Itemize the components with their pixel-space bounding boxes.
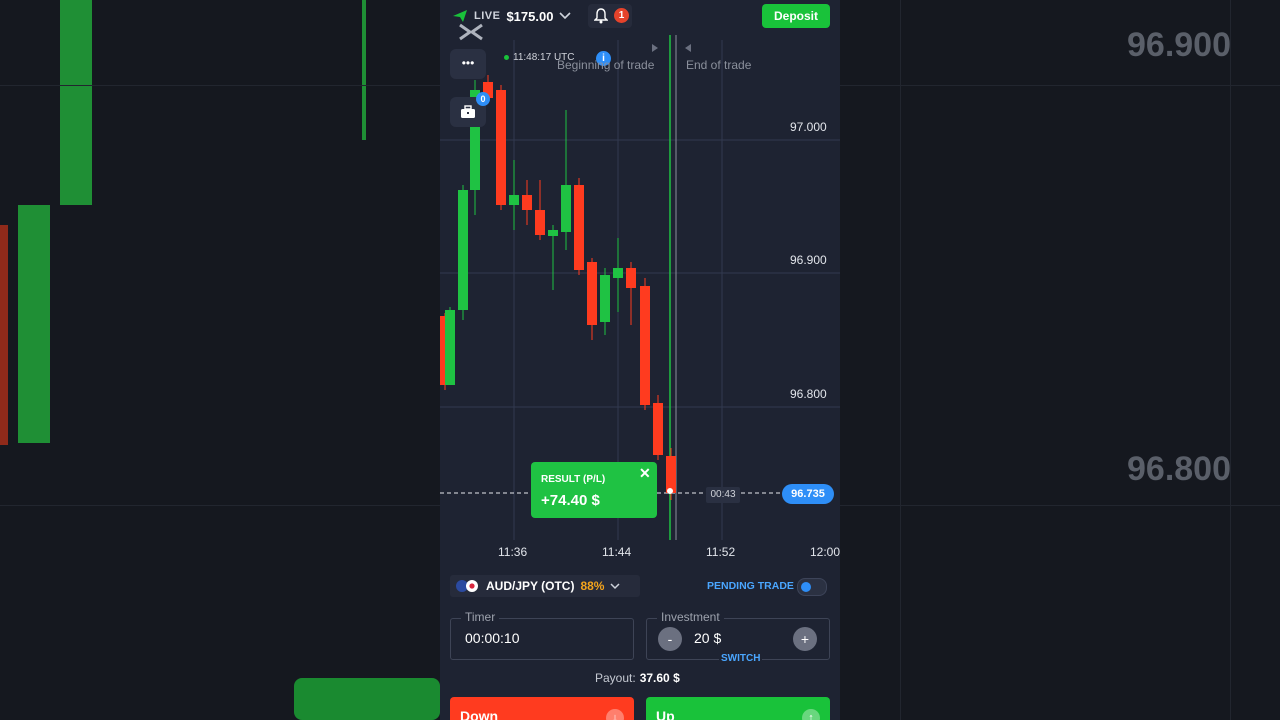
pending-trade-toggle[interactable]: [797, 578, 827, 596]
background-candle: [18, 205, 50, 443]
play-right-icon: [652, 44, 658, 52]
deposit-button[interactable]: Deposit: [762, 4, 830, 28]
asset-payout-percent: 88%: [580, 579, 605, 593]
candle-body: [445, 310, 455, 385]
decrease-investment-button[interactable]: -: [658, 627, 682, 651]
top-bar: LIVE $175.00 1 Deposit: [440, 0, 840, 34]
payout-label: Payout:: [595, 671, 636, 685]
portfolio-count-badge: 0: [476, 92, 490, 106]
time-axis-tick: 11:44: [602, 545, 632, 559]
app-logo-icon: [459, 23, 483, 41]
price-axis-tick: 96.900: [790, 253, 827, 267]
candle-body: [653, 403, 663, 455]
result-value: +74.40 $: [541, 492, 600, 509]
close-icon[interactable]: ✕: [639, 465, 651, 482]
candle-body: [626, 268, 636, 288]
timer-value[interactable]: 00:00:10: [465, 630, 520, 646]
candle-body: [587, 262, 597, 325]
up-button-label: Up: [656, 708, 675, 720]
beginning-of-trade-label: Beginning of trade: [557, 58, 655, 72]
briefcase-icon: [461, 105, 475, 118]
notifications-badge: 1: [614, 8, 629, 23]
background-gridline: [0, 505, 440, 506]
background-gridline: [900, 0, 901, 720]
chevron-down-icon: [610, 582, 621, 589]
background-gridline: [840, 505, 1280, 506]
current-price-badge: 96.735: [782, 484, 834, 504]
time-axis-tick: 12:00: [810, 545, 840, 559]
pending-trade-label: PENDING TRADE: [707, 580, 794, 592]
candle-body: [509, 195, 519, 205]
price-axis-tick: 97.000: [790, 120, 827, 134]
down-button[interactable]: Down ↓: [450, 697, 634, 720]
background-price-label: 96.800: [1127, 450, 1231, 488]
candle-body: [535, 210, 545, 235]
candle-body: [666, 456, 676, 493]
background-gridline: [1230, 0, 1231, 720]
asset-name: AUD/JPY (OTC): [486, 579, 575, 593]
notifications-button[interactable]: 1: [588, 4, 632, 28]
background-candle: [362, 0, 366, 140]
trading-app: LIVE $175.00 1 Deposit ••• 0 11:48:17 UT…: [440, 0, 840, 720]
candle-body: [613, 268, 623, 278]
paper-plane-icon: [453, 10, 467, 22]
background-candle: [60, 0, 92, 205]
play-left-icon: [685, 44, 691, 52]
candle-body: [548, 230, 558, 236]
candle-body: [574, 185, 584, 270]
investment-value[interactable]: 20 $: [694, 630, 721, 646]
bell-icon: [594, 8, 608, 24]
background-price-label: 96.900: [1127, 26, 1231, 64]
candle-body: [600, 275, 610, 322]
background-right-panel: 96.900 96.800: [840, 0, 1280, 720]
candle-body: [640, 286, 650, 405]
arrow-down-icon: ↓: [606, 709, 624, 720]
result-title: RESULT (P/L): [541, 474, 606, 485]
down-button-label: Down: [460, 708, 499, 720]
expiry-countdown: 00:43: [706, 487, 740, 503]
candle-body: [458, 190, 468, 310]
flag-icon: [456, 580, 478, 592]
end-of-trade-label: End of trade: [686, 58, 752, 72]
payout-info: Payout: 37.60 $: [595, 671, 680, 685]
background-candle: [294, 678, 440, 720]
payout-value: 37.60 $: [639, 671, 680, 685]
background-left-panel: [0, 0, 440, 720]
candle-body: [496, 90, 506, 205]
result-popup: RESULT (P/L) +74.40 $ ✕: [531, 462, 657, 518]
status-dot: [504, 55, 509, 60]
asset-selector[interactable]: AUD/JPY (OTC) 88%: [450, 575, 640, 597]
background-candle: [0, 225, 8, 445]
background-gridline: [0, 85, 440, 86]
timer-label: Timer: [461, 610, 500, 624]
price-axis-tick: 96.800: [790, 387, 827, 401]
investment-label: Investment: [657, 610, 724, 624]
up-button[interactable]: Up ↑: [646, 697, 830, 720]
more-options-button[interactable]: •••: [450, 49, 486, 79]
arrow-up-icon: ↑: [802, 709, 820, 720]
background-gridline: [840, 85, 1280, 86]
time-axis-tick: 11:52: [706, 545, 736, 559]
candle-body: [522, 195, 532, 210]
trade-entry-point: [667, 488, 673, 494]
account-type-label: LIVE: [474, 10, 501, 22]
increase-investment-button[interactable]: +: [793, 627, 817, 651]
chevron-down-icon: [559, 12, 572, 20]
time-axis-tick: 11:36: [498, 545, 528, 559]
switch-link[interactable]: SWITCH: [719, 653, 763, 664]
account-balance: $175.00: [506, 8, 554, 24]
toggle-knob: [801, 582, 811, 592]
candle-body: [561, 185, 571, 232]
